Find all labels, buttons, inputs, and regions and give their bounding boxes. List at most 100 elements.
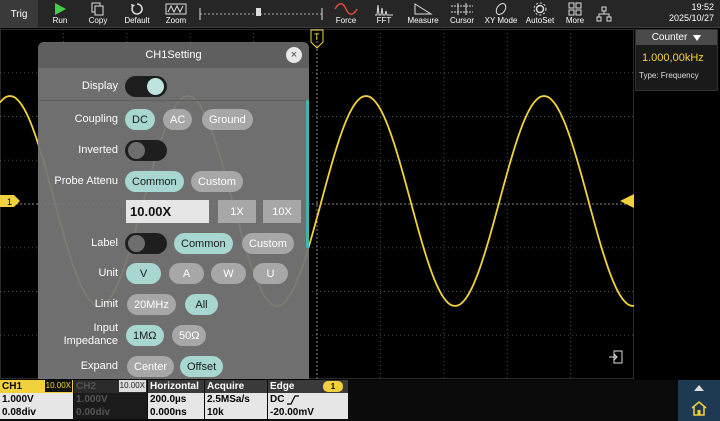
measure-icon: [414, 3, 433, 15]
copy-icon: [91, 2, 104, 16]
coupling-ground-option[interactable]: Ground: [202, 109, 253, 130]
autoset-button[interactable]: AutoSet: [522, 0, 558, 28]
probe-10x-button[interactable]: 10X: [263, 200, 301, 223]
impedance-1mohm-option[interactable]: 1MΩ: [126, 325, 164, 346]
impedance-label: Input Impedance: [63, 322, 118, 347]
coupling-label: Coupling: [74, 113, 118, 125]
impedance-50ohm-option[interactable]: 50Ω: [172, 325, 207, 346]
ch2-volts: 1.000V: [74, 393, 147, 406]
coupling-dc-option[interactable]: DC: [125, 109, 155, 130]
probe-1x-button[interactable]: 1X: [218, 200, 256, 223]
horizontal-status[interactable]: Horizontal 200.0µs 0.000ns: [148, 380, 204, 421]
horizontal-delay: 0.000ns: [148, 406, 204, 419]
ch1-status[interactable]: CH1 10.00X 1.000V 0.08div: [0, 380, 73, 421]
trigger-position-bar[interactable]: [196, 4, 326, 24]
ch2-offset: 0.00div: [74, 406, 147, 419]
inverted-toggle[interactable]: [125, 140, 167, 161]
clock-date: 2025/10/27: [668, 13, 714, 23]
expand-label: Expand: [80, 360, 118, 372]
unit-row: Unit V A W U: [38, 261, 309, 285]
clock-time: 19:52: [691, 2, 714, 12]
fft-label: FFT: [376, 16, 392, 25]
coupling-ac-option[interactable]: AC: [163, 109, 193, 130]
close-icon: ×: [290, 49, 298, 61]
counter-value: 1.000,00kHz: [642, 52, 704, 64]
chevron-down-icon: [693, 34, 702, 41]
zoom-label: Zoom: [165, 16, 187, 25]
counter-title: Counter: [651, 32, 688, 43]
xymode-button[interactable]: XY Mode: [482, 0, 520, 28]
ch1-volts: 1.000V: [0, 393, 73, 406]
edge-level: -20.00mV: [268, 406, 348, 419]
limit-all-option[interactable]: All: [185, 294, 218, 315]
run-label: Run: [52, 16, 68, 25]
label-custom-option[interactable]: Custom: [242, 233, 294, 254]
display-row: Display: [38, 74, 309, 98]
close-button[interactable]: ×: [286, 47, 302, 63]
home-icon[interactable]: [690, 400, 708, 416]
fft-button[interactable]: FFT: [366, 0, 402, 28]
trig-button[interactable]: Trig: [0, 0, 38, 28]
run-button[interactable]: Run: [42, 0, 78, 28]
label-toggle[interactable]: [125, 233, 167, 254]
ch1-offset: 0.08div: [0, 406, 73, 419]
horizontal-title: Horizontal: [148, 380, 204, 393]
counter-panel[interactable]: Counter 1.000,00kHz Type: Frequency: [635, 29, 718, 91]
play-icon: [55, 3, 66, 15]
status-bar: CH1 10.00X 1.000V 0.08div CH2 10.00X 1.000…: [0, 380, 720, 421]
xy-ellipse-icon: [495, 3, 507, 15]
trig-label: Trig: [10, 8, 28, 20]
exit-icon[interactable]: [608, 349, 624, 365]
inverted-label: Inverted: [78, 144, 118, 156]
edge-title: Edge: [270, 381, 295, 392]
label-common-option[interactable]: Common: [174, 233, 233, 254]
unit-w-option[interactable]: W: [211, 263, 246, 284]
ch1-probe-tag: 10.00X: [44, 380, 72, 392]
probe-row: Probe Attenu Common Custom: [38, 169, 309, 193]
ch2-status[interactable]: CH2 10.00X 1.000V 0.00div: [74, 380, 147, 421]
chevron-up-icon[interactable]: [694, 384, 704, 391]
impedance-row: Input Impedance 1MΩ 50Ω: [38, 322, 309, 347]
force-button[interactable]: Force: [328, 0, 364, 28]
cursor-label: Cursor: [449, 16, 474, 25]
fft-spectrum-icon: [375, 4, 393, 16]
cursor-button[interactable]: Cursor: [444, 0, 480, 28]
dialog-title: CH1Setting: [145, 49, 202, 61]
ch1-name: CH1: [2, 381, 23, 392]
expand-center-option[interactable]: Center: [127, 356, 175, 377]
more-label: More: [565, 16, 585, 25]
autoset-label: AutoSet: [525, 16, 555, 25]
coupling-row: Coupling DC AC Ground: [38, 107, 309, 131]
trigger-level-marker[interactable]: [620, 194, 634, 208]
display-toggle[interactable]: [125, 76, 167, 97]
probe-common-option[interactable]: Common: [125, 171, 184, 192]
edge-trigger-status[interactable]: Edge 1 DC -20.00mV: [268, 380, 348, 421]
counter-header[interactable]: Counter: [636, 30, 717, 45]
copy-button[interactable]: Copy: [80, 0, 116, 28]
edge-coupling: DC: [270, 394, 285, 405]
trigger-position-label: T: [314, 32, 320, 42]
more-button[interactable]: More: [560, 0, 590, 28]
limit-row: Limit 20MHz All: [38, 292, 309, 316]
acquire-status[interactable]: Acquire 2.5MSa/s 10k: [205, 380, 267, 421]
limit-20mhz-option[interactable]: 20MHz: [127, 294, 176, 315]
default-button[interactable]: Default: [118, 0, 156, 28]
cursor-icon: [451, 3, 473, 15]
probe-value-input[interactable]: 10.00X: [126, 200, 209, 223]
network-icon: [596, 6, 612, 22]
zoom-button[interactable]: Zoom: [158, 0, 194, 28]
top-toolbar: Trig Run Copy Default Zoom Force FFT Mea…: [0, 0, 720, 28]
ch1-setting-dialog: CH1Setting × Display Coupling DC AC Grou…: [38, 42, 309, 379]
unit-u-option[interactable]: U: [253, 263, 288, 284]
expand-offset-option[interactable]: Offset: [180, 356, 224, 377]
default-label: Default: [124, 16, 150, 25]
acquire-rate: 2.5MSa/s: [205, 393, 267, 406]
unit-a-option[interactable]: A: [169, 263, 204, 284]
probe-custom-option[interactable]: Custom: [191, 171, 243, 192]
ch1-level-marker[interactable]: 1: [0, 195, 20, 207]
limit-label: Limit: [94, 298, 118, 310]
dialog-divider: [38, 100, 309, 101]
unit-v-option[interactable]: V: [126, 263, 161, 284]
label-row: Label Common Custom: [38, 231, 309, 255]
measure-button[interactable]: Measure: [404, 0, 442, 28]
